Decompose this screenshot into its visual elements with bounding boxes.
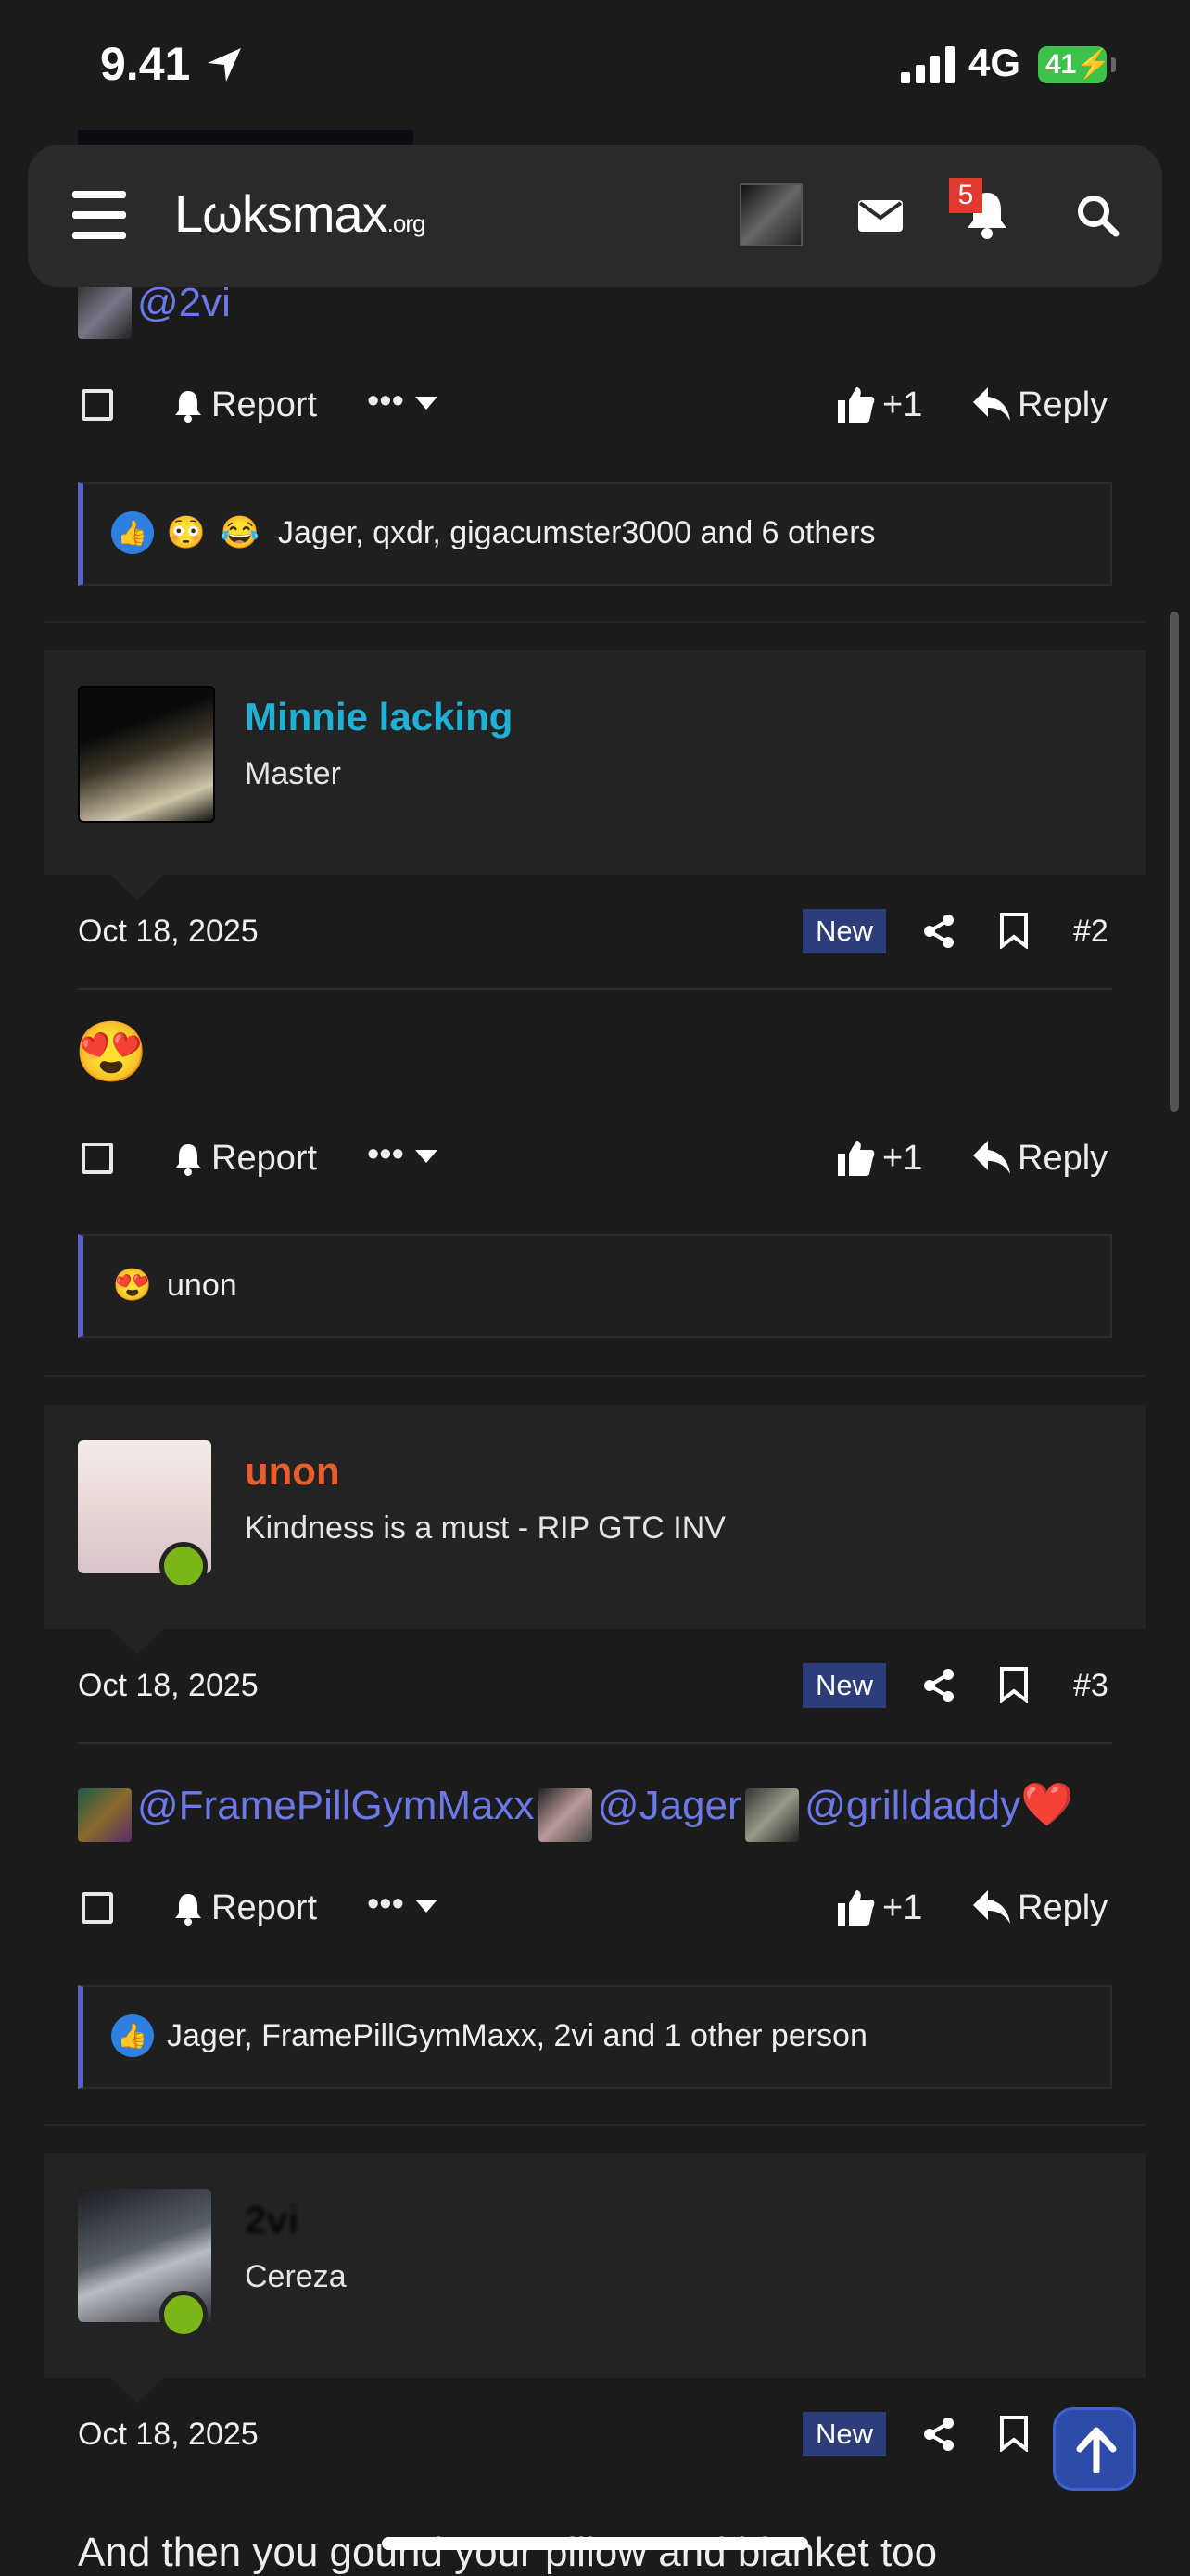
mention-avatar — [78, 1787, 132, 1842]
account-avatar[interactable] — [740, 183, 803, 246]
share-icon[interactable] — [923, 2417, 955, 2452]
notification-badge: 5 — [949, 178, 982, 213]
location-arrow-icon — [208, 48, 241, 82]
username[interactable]: Minnie lacking — [245, 695, 513, 739]
search-icon[interactable] — [1075, 193, 1120, 237]
new-badge: New — [803, 2412, 886, 2456]
post-content: 😍 — [74, 1018, 148, 1085]
network-type: 4G — [968, 41, 1021, 84]
post-divider — [44, 2124, 1146, 2126]
heart-emoji: ❤️ — [1020, 1780, 1074, 1828]
scrollbar[interactable] — [1170, 612, 1179, 1112]
more-menu-button[interactable]: ••• — [367, 382, 404, 422]
mention-link[interactable]: @FramePillGymMaxx — [137, 1783, 534, 1828]
user-title: Master — [245, 756, 341, 791]
signal-icon — [901, 46, 955, 83]
bell-icon — [175, 1144, 201, 1176]
battery-level: 41 — [1045, 49, 1077, 80]
like-count[interactable]: +1 — [882, 1888, 922, 1928]
user-card: unon Kindness is a must - RIP GTC INV — [44, 1405, 1146, 1655]
post-mentions: @FramePillGymMaxx @Jager @grilldaddy❤️ — [78, 1779, 1073, 1842]
post-date[interactable]: Oct 18, 2025 — [78, 2417, 259, 2453]
report-button[interactable]: Report — [211, 385, 317, 425]
divider — [78, 1742, 1112, 1744]
reply-icon[interactable] — [973, 387, 1010, 421]
post-date[interactable]: Oct 18, 2025 — [78, 1668, 259, 1704]
avatar[interactable] — [78, 686, 215, 823]
like-count[interactable]: +1 — [882, 1139, 922, 1179]
thumbs-up-icon[interactable] — [834, 384, 875, 424]
home-indicator[interactable] — [382, 2537, 808, 2550]
reactions-list[interactable]: unon — [167, 1268, 237, 1304]
reply-button[interactable]: Reply — [1018, 385, 1108, 425]
user-card: Minnie lacking Master — [44, 650, 1146, 901]
post-divider — [44, 621, 1146, 623]
bookmark-icon[interactable] — [999, 2415, 1029, 2452]
select-checkbox[interactable] — [82, 1892, 113, 1924]
report-button[interactable]: Report — [211, 1139, 317, 1179]
reply-icon[interactable] — [973, 1141, 1010, 1174]
scroll-top-button[interactable] — [1053, 2407, 1136, 2491]
post-media-edge — [78, 130, 413, 145]
post-divider — [44, 1375, 1146, 1377]
status-bar: 9.41 4G 41⚡ — [0, 0, 1190, 130]
post-number[interactable]: #3 — [1073, 1668, 1108, 1704]
username[interactable]: unon — [245, 1449, 340, 1494]
mention-link[interactable]: @grilldaddy — [804, 1783, 1020, 1828]
divider — [78, 988, 1112, 990]
online-indicator — [159, 1542, 208, 1590]
mention-avatar — [745, 1787, 800, 1842]
reply-button[interactable]: Reply — [1018, 1888, 1108, 1928]
mail-icon[interactable] — [858, 200, 903, 232]
bookmark-icon[interactable] — [999, 1666, 1029, 1703]
top-navbar: Lωksmax.org 5 — [28, 145, 1162, 287]
user-title: Kindness is a must - RIP GTC INV — [245, 1510, 726, 1546]
report-button[interactable]: Report — [211, 1888, 317, 1928]
reactions-bar[interactable]: 👍 😳 😂 Jager, qxdr, gigacumster3000 and 6… — [78, 482, 1112, 586]
chevron-down-icon[interactable] — [415, 1150, 437, 1165]
reactions-bar[interactable]: 👍 Jager, FramePillGymMaxx, 2vi and 1 oth… — [78, 1985, 1112, 2089]
more-menu-button[interactable]: ••• — [367, 1885, 404, 1925]
shocked-reaction-icon: 😳 — [166, 515, 207, 550]
more-menu-button[interactable]: ••• — [367, 1135, 404, 1175]
post-number[interactable]: #2 — [1073, 914, 1108, 950]
love-reaction-icon: 😍 — [112, 1268, 153, 1303]
select-checkbox[interactable] — [82, 1143, 113, 1174]
menu-icon[interactable] — [72, 191, 126, 239]
share-icon[interactable] — [923, 914, 955, 949]
reply-icon[interactable] — [973, 1890, 1010, 1924]
reactions-bar[interactable]: 😍 unon — [78, 1234, 1112, 1338]
site-logo[interactable]: Lωksmax.org — [174, 183, 425, 244]
new-badge: New — [803, 1663, 886, 1708]
mention-avatar — [78, 284, 132, 339]
arrow-up-icon — [1076, 2427, 1117, 2473]
reactions-list[interactable]: Jager, FramePillGymMaxx, 2vi and 1 other… — [167, 2018, 867, 2054]
like-count[interactable]: +1 — [882, 385, 922, 425]
select-checkbox[interactable] — [82, 389, 113, 421]
share-icon[interactable] — [923, 1668, 955, 1703]
thumbs-up-icon[interactable] — [834, 1137, 875, 1178]
like-reaction-icon: 👍 — [111, 2014, 154, 2057]
bookmark-icon[interactable] — [999, 912, 1029, 949]
chevron-down-icon[interactable] — [415, 397, 437, 411]
like-reaction-icon: 👍 — [111, 511, 154, 554]
thumbs-up-icon[interactable] — [834, 1887, 875, 1927]
reply-button[interactable]: Reply — [1018, 1139, 1108, 1179]
post-mention-line: @2vi — [78, 280, 231, 339]
mention-link[interactable]: @Jager — [598, 1783, 741, 1828]
post-date[interactable]: Oct 18, 2025 — [78, 914, 259, 950]
battery-icon: 41⚡ — [1038, 46, 1116, 83]
laugh-reaction-icon: 😂 — [220, 515, 260, 550]
chevron-down-icon[interactable] — [415, 1900, 437, 1914]
bell-icon — [175, 391, 201, 423]
reactions-list[interactable]: Jager, qxdr, gigacumster3000 and 6 other… — [278, 515, 876, 551]
new-badge: New — [803, 909, 886, 953]
user-title: Cereza — [245, 2259, 347, 2294]
user-card: 2vi Cereza — [44, 2153, 1146, 2404]
bell-icon — [175, 1894, 201, 1926]
mention-avatar — [538, 1787, 592, 1842]
online-indicator — [159, 2291, 208, 2339]
status-time: 9.41 — [100, 38, 191, 90]
username[interactable]: 2vi — [245, 2198, 298, 2242]
